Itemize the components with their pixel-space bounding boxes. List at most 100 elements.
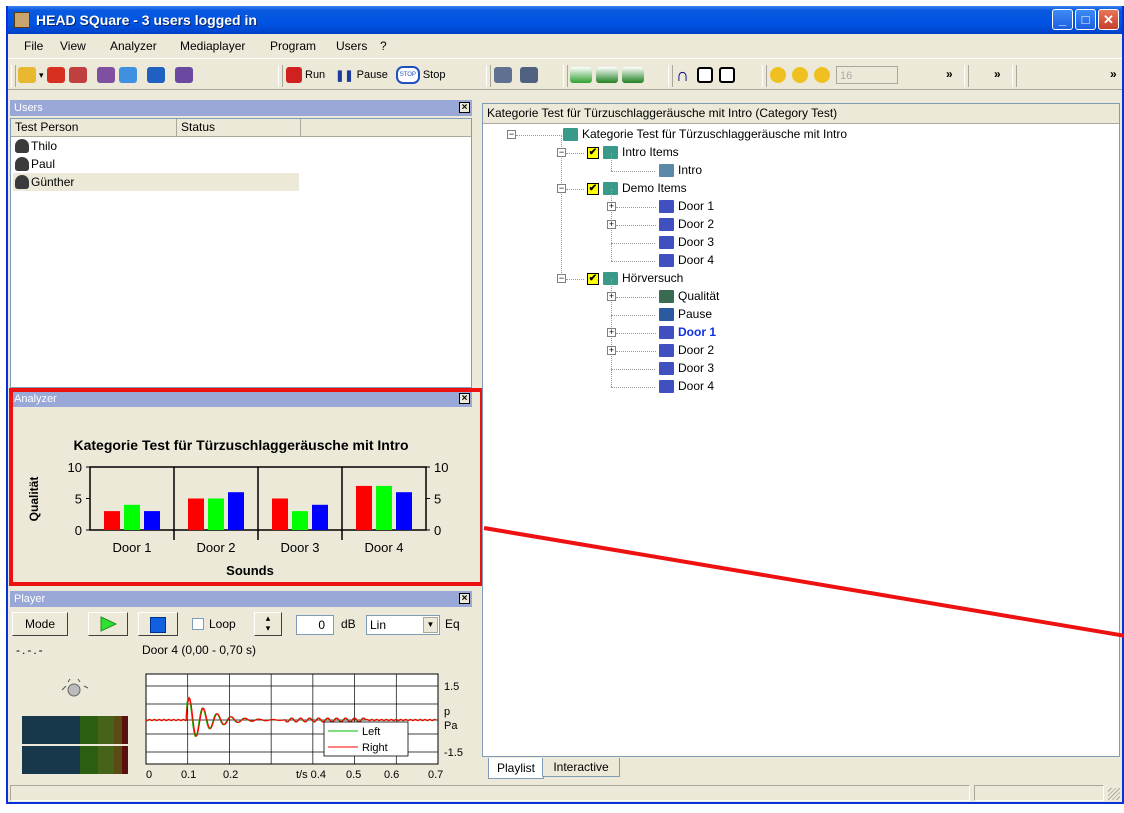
tree-item-test[interactable]: Door 4: [659, 378, 714, 395]
tree-label: Qualität: [678, 289, 720, 303]
checkbox[interactable]: ✔: [587, 272, 599, 285]
collapse-icon[interactable]: −: [557, 274, 566, 283]
stop-button[interactable]: Stop: [423, 69, 446, 81]
remove-user-icon[interactable]: [68, 67, 87, 83]
tree-item-demo[interactable]: Door 4: [659, 252, 714, 269]
wizard-icon[interactable]: [118, 67, 137, 83]
pause-button[interactable]: Pause: [357, 69, 388, 81]
chevron-down-icon[interactable]: ▼: [423, 617, 438, 633]
pause-icon[interactable]: ❚❚: [335, 69, 353, 82]
chart-icon[interactable]: [570, 67, 592, 83]
tree-item-test[interactable]: Door 1: [659, 324, 716, 341]
tree-group-hoerversuch[interactable]: ✔ Hörversuch: [587, 270, 683, 287]
resize-grip[interactable]: [1108, 788, 1120, 800]
expand-icon[interactable]: +: [607, 292, 616, 301]
toolbar-separator: [964, 65, 969, 87]
user-row[interactable]: Thilo: [13, 137, 317, 155]
menu-mediaplayer[interactable]: Mediaplayer: [180, 39, 245, 53]
maximize-button[interactable]: □: [1075, 9, 1096, 30]
close-button[interactable]: ✕: [1098, 9, 1119, 30]
mode-button[interactable]: Mode: [12, 612, 68, 636]
minimize-button[interactable]: _: [1052, 9, 1073, 30]
stop-playback-button[interactable]: [138, 612, 178, 636]
collapse-icon[interactable]: −: [557, 184, 566, 193]
dropdown-arrow-icon[interactable]: ▾: [39, 70, 44, 81]
tree-connector: [616, 225, 656, 226]
user-row[interactable]: Paul: [13, 155, 317, 173]
expand-icon[interactable]: +: [607, 346, 616, 355]
menu-analyzer[interactable]: Analyzer: [110, 39, 157, 53]
player-pane-close[interactable]: ×: [459, 593, 470, 604]
tree-connector: [611, 261, 655, 262]
tree-group-demo[interactable]: ✔ Demo Items: [587, 180, 687, 197]
rating-icon[interactable]: [792, 67, 808, 83]
run-icon[interactable]: [286, 67, 302, 83]
eq-label[interactable]: Eq: [445, 617, 460, 631]
users-icon[interactable]: [96, 67, 115, 83]
toolbar-overflow[interactable]: »: [946, 67, 953, 81]
legend-right-label: Right: [362, 742, 388, 754]
tab-interactive[interactable]: Interactive: [542, 758, 620, 777]
tree-item-test[interactable]: Door 3: [659, 360, 714, 377]
loop-spinner[interactable]: ▴ ▾: [254, 612, 282, 636]
stop-icon[interactable]: STOP: [395, 66, 420, 84]
tree-connector: [616, 207, 656, 208]
collapse-icon[interactable]: −: [507, 130, 516, 139]
column-test-person[interactable]: Test Person: [11, 119, 177, 137]
counter-field[interactable]: 16: [836, 66, 898, 84]
collapse-icon[interactable]: −: [557, 148, 566, 157]
door-icon: [659, 254, 674, 268]
scale-select[interactable]: Lin ▼: [366, 615, 440, 635]
play-button[interactable]: [88, 612, 128, 636]
tree-connector: [566, 189, 584, 190]
expand-icon[interactable]: +: [607, 328, 616, 337]
spectrum-icon[interactable]: [622, 67, 644, 83]
door-icon: [659, 326, 674, 340]
speaker-icon[interactable]: [697, 67, 713, 83]
tree-item-demo[interactable]: Door 2: [659, 216, 714, 233]
menu-program[interactable]: Program: [270, 39, 316, 53]
run-button[interactable]: Run: [305, 69, 325, 81]
edit-icon[interactable]: [146, 67, 165, 83]
toolbar-overflow[interactable]: »: [994, 67, 1001, 81]
expand-icon[interactable]: +: [607, 202, 616, 211]
speaker-large-icon[interactable]: [719, 67, 735, 83]
tree-item-test[interactable]: Door 2: [659, 342, 714, 359]
tree-item-test[interactable]: Pause: [659, 306, 712, 323]
tree-item-intro[interactable]: Intro: [659, 162, 702, 179]
toolbar-overflow[interactable]: »: [1110, 67, 1117, 81]
tree-item-demo[interactable]: Door 1: [659, 198, 714, 215]
menu-view[interactable]: View: [60, 39, 86, 53]
checkbox[interactable]: ✔: [587, 146, 599, 159]
column-status[interactable]: Status: [177, 119, 301, 137]
tree-group-intro[interactable]: ✔ Intro Items: [587, 144, 679, 161]
user-settings-icon[interactable]: [174, 67, 193, 83]
user-name: Günther: [31, 175, 75, 189]
expand-icon[interactable]: +: [607, 220, 616, 229]
volume-knob-icon[interactable]: [58, 676, 92, 700]
properties-icon[interactable]: [520, 67, 538, 83]
checkbox[interactable]: ✔: [587, 182, 599, 195]
tree-item-demo[interactable]: Door 3: [659, 234, 714, 251]
tree-label: Door 2: [678, 343, 715, 357]
tool-icon[interactable]: [494, 67, 512, 83]
menu-help[interactable]: ?: [380, 39, 387, 53]
bar-chart-icon[interactable]: [596, 67, 618, 83]
gain-field[interactable]: 0: [296, 615, 334, 635]
rating-icon[interactable]: [814, 67, 830, 83]
menu-users[interactable]: Users: [336, 39, 367, 53]
tab-playlist[interactable]: Playlist: [488, 758, 544, 779]
tree-item-test[interactable]: Qualität: [659, 288, 719, 305]
menu-file[interactable]: File: [24, 39, 43, 53]
tree-label: Door 3: [678, 235, 715, 249]
headphones-icon[interactable]: ∩: [676, 65, 689, 86]
player-pane-title: Player: [14, 593, 46, 605]
user-row-selected[interactable]: Günther: [13, 173, 299, 191]
users-pane-close[interactable]: ×: [459, 102, 470, 113]
rating-icon[interactable]: [770, 67, 786, 83]
loop-checkbox[interactable]: [192, 618, 204, 630]
tree-root[interactable]: Kategorie Test für Türzuschlaggeräusche …: [563, 126, 847, 143]
add-user-icon[interactable]: [46, 67, 65, 83]
open-icon[interactable]: [18, 67, 36, 83]
menu-bar: File View Analyzer Mediaplayer Program U…: [8, 36, 1122, 56]
